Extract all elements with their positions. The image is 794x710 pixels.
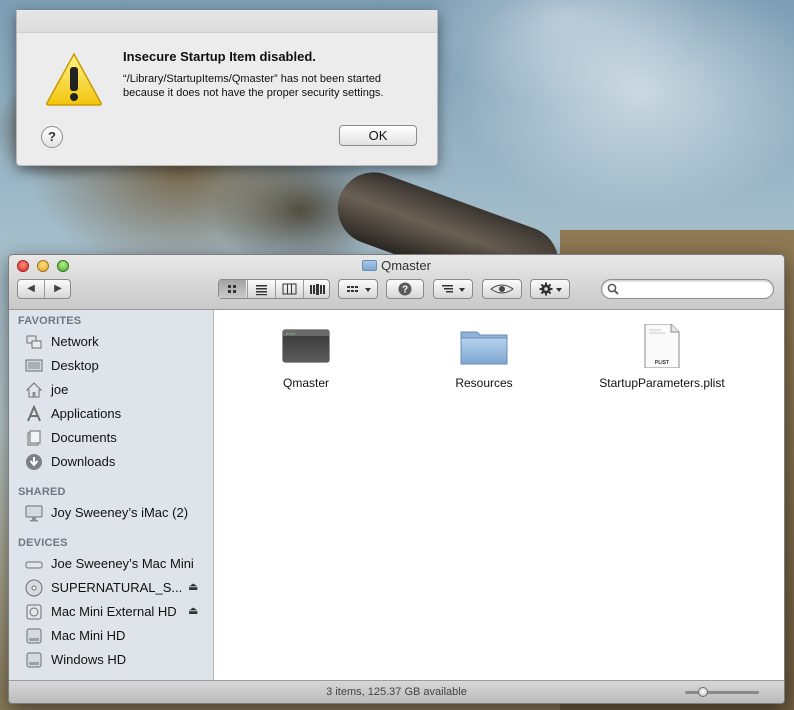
sidebar-item-label: joe	[51, 382, 69, 397]
sidebar-item-label: Joe Sweeney’s Mac Mini	[51, 556, 194, 571]
coverflow-view-button[interactable]	[303, 280, 331, 298]
file-name: Resources	[455, 376, 513, 390]
sidebar-item-label: Network	[51, 334, 99, 349]
list-view-button[interactable]	[247, 280, 275, 298]
svg-text:?: ?	[402, 285, 408, 296]
applications-icon	[27, 405, 41, 422]
executable-icon: exec	[282, 329, 330, 363]
alert-dialog: Insecure Startup Item disabled. “/Librar…	[16, 10, 438, 166]
sidebar-item-label: Desktop	[51, 358, 99, 373]
icon-view-icon	[228, 285, 236, 293]
back-arrow-icon: ◀	[27, 283, 35, 294]
sidebar-item-label: Applications	[51, 406, 122, 421]
sidebar-item-desktop[interactable]: Desktop	[23, 355, 209, 377]
window-toolbar: Qmaster ◀ ▶ ?	[9, 255, 784, 310]
documents-icon	[27, 430, 41, 446]
folder-icon	[362, 260, 378, 271]
status-text: 3 items, 125.37 GB available	[326, 686, 467, 698]
sidebar-header-shared: SHARED	[18, 486, 66, 498]
sidebar-item-supernatural[interactable]: SUPERNATURAL_S... ⏏	[23, 577, 209, 599]
column-view-button[interactable]	[275, 280, 303, 298]
home-icon	[25, 382, 43, 398]
alert-message: “/Library/StartupItems/Qmaster” has not …	[123, 73, 384, 99]
downloads-icon	[26, 454, 42, 470]
file-item-qmaster[interactable]: exec Qmaster	[231, 318, 381, 398]
sort-button[interactable]	[433, 279, 473, 299]
warning-icon	[45, 52, 103, 106]
sidebar-header-favorites: FAVORITES	[18, 315, 82, 327]
file-browser: exec Qmaster Resources PLIST StartupPara…	[214, 310, 784, 680]
hard-drive-icon	[26, 652, 42, 668]
mac-mini-icon	[25, 561, 43, 569]
ok-button[interactable]: OK	[339, 125, 417, 146]
coverflow-view-icon	[310, 284, 325, 295]
get-info-button[interactable]: ?	[386, 279, 424, 299]
icon-size-slider[interactable]	[685, 687, 759, 697]
file-item-resources[interactable]: Resources	[409, 318, 559, 398]
status-bar: 3 items, 125.37 GB available	[9, 680, 784, 703]
icon-size-slider-thumb[interactable]	[697, 687, 708, 697]
imac-icon	[25, 505, 43, 522]
icon-view-button[interactable]	[219, 280, 246, 298]
plist-badge: PLIST	[655, 360, 669, 366]
sidebar-item-label: Downloads	[51, 454, 116, 469]
file-name: StartupParameters.plist	[599, 376, 725, 390]
sidebar-item-label: Documents	[51, 430, 117, 445]
alert-title: Insecure Startup Item disabled.	[123, 49, 316, 64]
arrange-icon	[347, 286, 371, 292]
sidebar-item-label: SUPERNATURAL_S...	[51, 580, 183, 595]
sidebar-item-external-hd[interactable]: Mac Mini External HD ⏏	[23, 601, 209, 623]
sidebar-item-applications[interactable]: Applications	[23, 403, 209, 425]
sidebar-item-windows-hd[interactable]: Windows HD	[23, 649, 209, 671]
info-icon: ?	[398, 282, 412, 296]
quick-look-button[interactable]	[482, 279, 522, 299]
eject-icon[interactable]: ⏏	[188, 604, 198, 617]
list-view-icon	[256, 285, 267, 296]
search-input[interactable]	[622, 281, 772, 299]
back-button[interactable]: ◀	[18, 280, 44, 298]
window-title-text: Qmaster	[381, 258, 431, 273]
search-field[interactable]	[601, 279, 774, 299]
help-button[interactable]: ?	[41, 126, 63, 148]
disc-icon	[25, 579, 43, 597]
sidebar-item-imac[interactable]: Joy Sweeney’s iMac (2)	[23, 502, 209, 524]
window-title: Qmaster	[9, 258, 784, 273]
plist-file-icon: PLIST	[644, 324, 680, 368]
alert-sheet-top	[17, 10, 437, 33]
back-forward-control: ◀ ▶	[17, 279, 71, 299]
sidebar-item-mac-mini-hd[interactable]: Mac Mini HD	[23, 625, 209, 647]
sidebar-item-documents[interactable]: Documents	[23, 427, 209, 449]
sort-icon	[442, 285, 465, 293]
hard-drive-icon	[26, 628, 42, 644]
sidebar-item-network[interactable]: Network	[23, 331, 209, 353]
file-name: Qmaster	[282, 376, 329, 390]
arrange-button[interactable]	[338, 279, 378, 299]
action-button[interactable]	[530, 279, 570, 299]
column-view-icon	[282, 283, 297, 295]
eject-icon[interactable]: ⏏	[188, 580, 198, 593]
eye-icon	[490, 284, 514, 294]
external-drive-icon	[26, 604, 42, 620]
sidebar-item-label: Mac Mini External HD	[51, 604, 177, 619]
sidebar-item-label: Joy Sweeney’s iMac (2)	[51, 505, 189, 520]
sidebar-item-home[interactable]: joe	[23, 379, 209, 401]
desktop-icon	[25, 359, 43, 372]
view-mode-control	[218, 279, 330, 299]
search-icon	[607, 283, 619, 295]
sidebar: FAVORITES Network Desktop joe Applicatio…	[9, 310, 214, 680]
finder-window: Qmaster ◀ ▶ ? FAVORITES Network Desktop …	[8, 254, 785, 704]
sidebar-header-devices: DEVICES	[18, 537, 68, 549]
sidebar-item-label: Mac Mini HD	[51, 628, 126, 643]
folder-icon	[460, 331, 508, 365]
file-item-startup-parameters[interactable]: PLIST StartupParameters.plist	[587, 318, 737, 398]
sidebar-item-label: Windows HD	[51, 652, 127, 667]
forward-arrow-icon: ▶	[54, 283, 62, 294]
network-icon	[26, 335, 42, 349]
gear-icon	[539, 282, 562, 296]
sidebar-item-mac-mini[interactable]: Joe Sweeney’s Mac Mini	[23, 553, 209, 575]
sidebar-item-downloads[interactable]: Downloads	[23, 451, 209, 473]
forward-button[interactable]: ▶	[44, 280, 71, 298]
